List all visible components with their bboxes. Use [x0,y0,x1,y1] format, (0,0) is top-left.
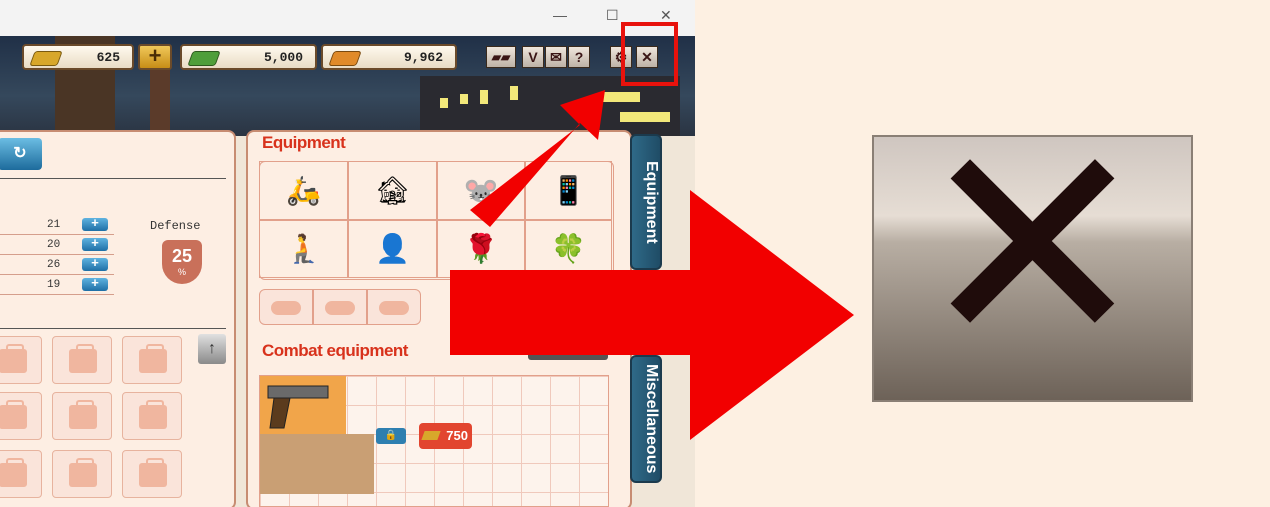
inventory-slot[interactable] [0,336,42,384]
bullets-icon [328,51,362,66]
food-slot[interactable] [313,289,367,325]
mask-icon: 👤 [375,233,410,264]
stat-value: 26 [47,259,61,271]
equipment-slot-property[interactable]: 🏚 [348,161,437,220]
combat-title: Combat equipment [262,341,408,360]
refresh-button[interactable]: ↻ [0,138,42,170]
chat-icon: ▰▰ [491,50,511,64]
inventory-slot[interactable] [122,450,182,498]
food-slot[interactable] [367,289,421,325]
stat-row: 26 + [0,256,114,275]
window-titlebar: — ☐ ✕ [0,0,695,36]
gold-counter: 625 [22,44,134,70]
buy-gold-button[interactable]: + [138,44,172,70]
defense-label: Defense [150,219,201,233]
inventory-slot[interactable] [0,392,42,440]
burger-icon [271,301,301,315]
food-slot[interactable] [259,289,313,325]
divider [0,328,226,329]
lock-icon: 🔒 [384,430,398,441]
scroll-up-button[interactable]: ↑ [198,334,226,364]
shack-icon: 🏚 [374,175,411,206]
defense-value: 25 [171,246,193,266]
arrow-up-icon: ↑ [208,340,216,357]
chevron-down-icon: V [528,49,538,65]
stat-row: 20 + [0,236,114,255]
burger-icon [325,301,355,315]
dropdown-button[interactable]: V [522,46,544,68]
scooter-icon: 🛵 [286,175,321,206]
cash-counter: 5,000 [180,44,317,70]
inventory-slot[interactable] [52,450,112,498]
stat-row: 21 + [0,216,114,235]
stat-value: 21 [47,219,61,231]
pistol-icon [267,385,329,429]
equipment-slot-vehicle[interactable]: 🛵 [259,161,348,220]
plus-icon: + [148,43,162,68]
unlock-button[interactable]: 🔒 [376,428,406,444]
character-panel: ↻ 21 + 20 + 26 + 19 + Defense 25 % ↑ [0,130,236,507]
defense-unit: % [177,267,186,277]
inventory-slot[interactable] [52,392,112,440]
highlight-box [621,22,678,86]
mail-icon: ✉ [550,49,562,65]
inventory-slot[interactable] [0,450,42,498]
bullets-value: 9,962 [403,50,443,65]
bullets-counter: 9,962 [321,44,457,70]
stat-value: 20 [47,239,61,251]
add-stat-button[interactable]: + [82,257,108,271]
stat-value: 19 [47,279,61,291]
add-stat-button[interactable]: + [82,277,108,291]
divider [0,178,226,179]
cash-icon [187,51,221,66]
add-stat-button[interactable]: + [82,217,108,231]
equipment-title: Equipment [262,133,346,152]
right-arrow-icon [450,190,854,440]
inventory-slot[interactable] [52,336,112,384]
inventory-slot[interactable] [122,336,182,384]
gold-value: 625 [96,50,120,65]
defense-shield-icon: 25 % [162,240,202,284]
stats-list: 21 + 20 + 26 + 19 + [0,216,114,296]
gold-bar-icon [421,431,441,440]
stat-row: 19 + [0,276,114,295]
maximize-icon[interactable]: ☐ [606,7,619,24]
add-stat-button[interactable]: + [82,237,108,251]
weapon-slot[interactable] [260,376,346,434]
refresh-icon: ↻ [13,145,27,162]
burger-icon [379,301,409,315]
zoomed-close-icon: ✕ [915,84,1150,410]
cash-value: 5,000 [263,50,303,65]
weapon-placeholder [260,434,374,494]
help-icon: ? [574,49,584,65]
building-small [150,66,170,136]
help-button[interactable]: ? [568,46,590,68]
gold-bar-icon [29,51,63,66]
zoomed-close-button: ✕ [872,97,1193,402]
mail-button[interactable]: ✉ [545,46,567,68]
hostage-icon: 🧎 [286,233,321,264]
equipment-slot-person[interactable]: 🧎 [259,220,348,278]
equipment-slot-mask[interactable]: 👤 [348,220,437,278]
minimize-icon[interactable]: — [553,7,567,23]
inventory-slot[interactable] [122,392,182,440]
chat-button[interactable]: ▰▰ [486,46,516,68]
window-light [440,98,448,108]
